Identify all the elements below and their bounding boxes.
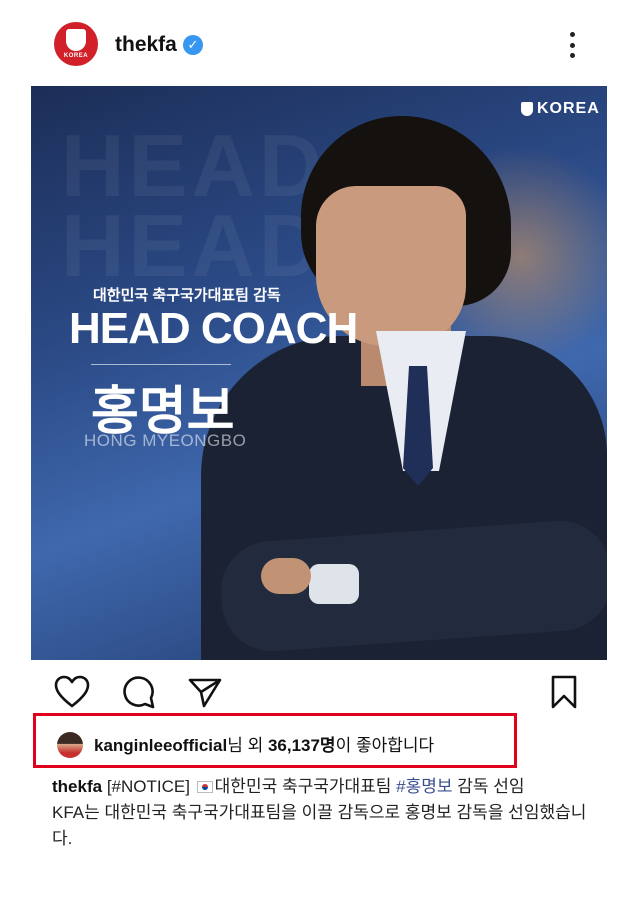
likes-count[interactable]: 36,137명 [268, 736, 336, 755]
likes-suffix: 이 좋아합니다 [335, 736, 435, 755]
liker-username[interactable]: kanginleeofficial [94, 736, 227, 755]
share-icon[interactable] [185, 672, 225, 712]
post-image[interactable]: HEAD HEAD KOREA 대한민국 축구국가대표팀 감독 HEAD COA… [31, 86, 607, 660]
caption-body: KFA는 대한민국 축구국가대표팀을 이끌 감독으로 홍명보 감독을 선임했습니… [52, 803, 587, 848]
person-shirt-cuff [309, 564, 359, 604]
image-subtitle: 대한민국 축구국가대표팀 감독 [93, 287, 281, 304]
caption-text-2: 감독 선임 [457, 777, 525, 796]
image-divider [91, 364, 231, 365]
post-username[interactable]: thekfa [115, 33, 177, 57]
brand-text: KOREA [537, 100, 600, 117]
korea-brand-logo: KOREA [521, 100, 600, 118]
kfa-shield-icon [521, 102, 533, 116]
caption-username[interactable]: thekfa [52, 777, 102, 796]
heart-icon[interactable] [52, 672, 92, 712]
person-hand [261, 558, 311, 594]
profile-avatar[interactable]: KOREA [54, 22, 98, 66]
likes-highlight-box: kanginleeofficial님 외 36,137명이 좋아합니다 [33, 713, 517, 768]
image-headline: HEAD COACH [69, 304, 358, 353]
caption-hashtag[interactable]: #홍명보 [396, 777, 452, 796]
more-options-icon[interactable] [562, 30, 582, 60]
bookmark-icon[interactable] [544, 672, 584, 712]
action-bar [0, 672, 640, 716]
post-caption: thekfa [#NOTICE] 대한민국 축구국가대표팀 #홍명보 감독 선임… [52, 774, 592, 852]
kfa-logo-icon [66, 29, 86, 51]
caption-notice-tag[interactable]: [#NOTICE] [107, 777, 190, 796]
south-korea-flag-icon [196, 781, 213, 793]
comment-icon[interactable] [118, 672, 158, 712]
caption-text-1: 대한민국 축구국가대표팀 [214, 777, 392, 796]
likes-summary[interactable]: kanginleeofficial님 외 36,137명이 좋아합니다 [94, 731, 434, 756]
post-header: KOREA thekfa ✓ [0, 0, 640, 86]
coach-name-english: HONG MYEONGBO [84, 431, 247, 450]
liker-avatar[interactable] [57, 732, 83, 758]
verified-badge-icon: ✓ [183, 35, 203, 55]
likes-middle-text: 님 외 [227, 736, 268, 755]
avatar-logo-text: KOREA [63, 53, 89, 59]
